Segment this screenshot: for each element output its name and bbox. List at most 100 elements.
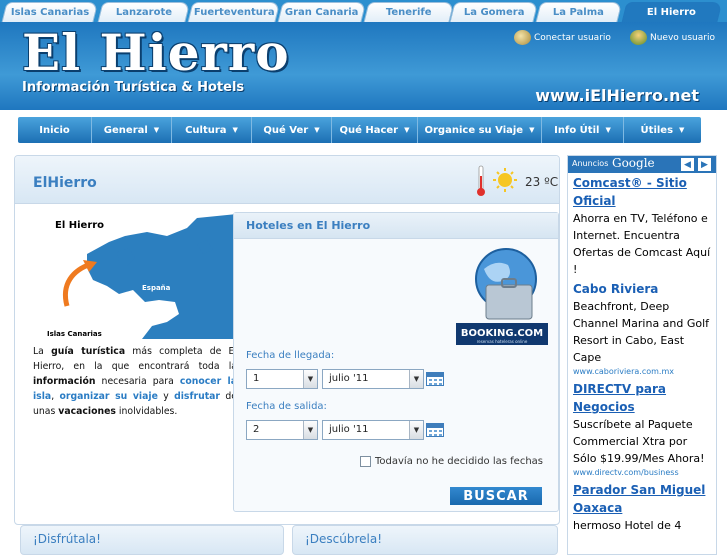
chevron-down-icon: ▼ xyxy=(232,126,238,134)
nav-organice-su-viaje[interactable]: Organice su Viaje ▼ xyxy=(418,117,542,143)
nav-que-hacer[interactable]: Qué Hacer ▼ xyxy=(332,117,418,143)
chevron-down-icon: ▼ xyxy=(314,126,320,134)
ads-list: Comcast® - Sitio Oficial Ahorra en TV, T… xyxy=(573,174,713,536)
departure-day-value: 2 xyxy=(253,424,260,435)
descubrela-box: ¡Descúbrela! xyxy=(292,525,558,555)
nav-utiles[interactable]: Útiles ▼ xyxy=(624,117,701,143)
arrival-day-select[interactable]: 1 ▼ xyxy=(246,369,318,389)
tab-label: La Gomera xyxy=(463,7,525,18)
main-nav: Inicio General ▼ Cultura ▼ Qué Ver ▼ Qué Ha… xyxy=(18,117,701,143)
chevron-down-icon: ▼ xyxy=(679,126,685,134)
hotel-search-box: Hoteles en El Hierro BOOKING.COM reserva… xyxy=(233,212,559,512)
intro-fragment: y xyxy=(157,391,175,402)
nav-label: General xyxy=(103,124,148,136)
link-disfrutar[interactable]: disfrutar xyxy=(174,391,220,402)
chevron-left-icon[interactable]: ◀ xyxy=(681,158,694,171)
booking-logo-text: BOOKING.COM xyxy=(461,328,543,339)
site-subtitle: Información Turística & Hotels xyxy=(22,80,245,95)
disfrutala-heading: ¡Disfrútala! xyxy=(33,532,101,546)
site-header: El Hierro Información Turística & Hotels… xyxy=(0,22,727,110)
booking-logo[interactable]: BOOKING.COM reservas hoteleras online xyxy=(456,245,548,345)
tab-fuerteventura[interactable]: Fuerteventura xyxy=(187,2,281,22)
google-ads: Anuncios Google ◀ ▶ Comcast® - Sitio Ofi… xyxy=(567,155,717,555)
ad-title-link[interactable]: DIRECTV para Negocios xyxy=(573,380,713,416)
page-title: ElHierro xyxy=(33,175,97,191)
tab-tenerife[interactable]: Tenerife xyxy=(363,2,455,22)
departure-label: Fecha de salida: xyxy=(246,401,327,412)
ads-header: Anuncios Google ◀ ▶ xyxy=(568,156,716,173)
connect-user-link[interactable]: Conectar usuario xyxy=(514,30,611,45)
nav-label: Info Útil xyxy=(554,124,600,136)
arrival-month-value: julio '11 xyxy=(329,373,369,384)
undecided-dates-option[interactable]: Todavía no he decidido las fechas xyxy=(360,456,543,467)
tab-la-gomera[interactable]: La Gomera xyxy=(449,2,539,22)
nav-info-util[interactable]: Info Útil ▼ xyxy=(542,117,624,143)
chevron-down-icon: ▼ xyxy=(404,126,410,134)
nav-label: Organice su Viaje xyxy=(424,124,524,136)
main-panel: ElHierro 23 ºC España Islas Canarias El … xyxy=(14,155,560,525)
intro-fragment: necesaria para xyxy=(95,376,180,387)
site-url: www.iElHierro.net xyxy=(535,86,699,105)
main-header: ElHierro 23 ºC xyxy=(15,156,559,204)
tab-el-hierro[interactable]: El Hierro xyxy=(621,2,723,22)
ad-item: DIRECTV para Negocios Suscríbete al Paqu… xyxy=(573,380,713,479)
disfrutala-box: ¡Disfrútala! xyxy=(20,525,284,555)
chevron-right-icon[interactable]: ▶ xyxy=(698,158,711,171)
connect-user-label: Conectar usuario xyxy=(534,32,611,43)
nav-general[interactable]: General ▼ xyxy=(92,117,172,143)
ad-title-link[interactable]: Parador San Miguel Oaxaca xyxy=(573,481,713,517)
tab-lanzarote[interactable]: Lanzarote xyxy=(97,2,191,22)
canary-islands-map[interactable]: España Islas Canarias xyxy=(47,214,237,339)
nav-label: Qué Hacer xyxy=(339,124,399,136)
chevron-down-icon: ▼ xyxy=(303,421,317,439)
tab-label: Tenerife xyxy=(386,7,432,18)
ad-text: Beachfront, Deep Channel Marina and Golf… xyxy=(573,300,710,364)
hotel-search-header: Hoteles en El Hierro xyxy=(234,213,558,239)
departure-day-select[interactable]: 2 ▼ xyxy=(246,420,318,440)
map-caption: Islas Canarias xyxy=(47,330,102,338)
intro-strong: información xyxy=(33,376,96,387)
ad-item: Parador San Miguel Oaxaca hermoso Hotel … xyxy=(573,481,713,534)
site-title[interactable]: El Hierro xyxy=(22,28,290,78)
nav-inicio[interactable]: Inicio xyxy=(18,117,92,143)
intro-text: La guía turística más completa de El Hie… xyxy=(33,344,237,419)
chevron-down-icon: ▼ xyxy=(409,370,423,388)
arrival-month-select[interactable]: julio '11 ▼ xyxy=(322,369,424,389)
nav-cultura[interactable]: Cultura ▼ xyxy=(172,117,252,143)
undecided-dates-checkbox[interactable] xyxy=(360,456,371,467)
nav-label: Útiles xyxy=(640,124,674,136)
hotel-search-title: Hoteles en El Hierro xyxy=(246,219,371,232)
map-country-label: España xyxy=(142,284,171,292)
ad-url[interactable]: www.directv.com/business xyxy=(573,467,713,479)
nav-label: Inicio xyxy=(39,124,70,136)
calendar-icon[interactable] xyxy=(426,423,444,437)
new-user-link[interactable]: Nuevo usuario xyxy=(630,30,715,45)
ad-text: Suscríbete al Paquete Commercial Xtra po… xyxy=(573,418,705,465)
departure-month-value: julio '11 xyxy=(329,424,369,435)
new-user-label: Nuevo usuario xyxy=(650,32,715,43)
ad-url[interactable]: www.caboriviera.com.mx xyxy=(573,366,713,378)
search-button[interactable]: BUSCAR xyxy=(450,487,542,505)
arrival-day-value: 1 xyxy=(253,373,260,384)
arrival-label: Fecha de llegada: xyxy=(246,350,335,361)
nav-label: Qué Ver xyxy=(263,124,309,136)
tab-label: Gran Canaria xyxy=(285,7,359,18)
tab-la-palma[interactable]: La Palma xyxy=(535,2,623,22)
ad-title-link[interactable]: Comcast® - Sitio Oficial xyxy=(573,174,713,210)
tab-label: Fuerteventura xyxy=(193,7,275,18)
tab-islas-canarias[interactable]: Islas Canarias xyxy=(1,2,99,22)
ad-title-link[interactable]: Cabo Riviera xyxy=(573,280,713,298)
intro-fragment: La xyxy=(33,346,52,357)
link-organizar-su-viaje[interactable]: organizar su viaje xyxy=(60,391,158,402)
tab-gran-canaria[interactable]: Gran Canaria xyxy=(277,2,367,22)
google-logo: Google xyxy=(612,156,655,170)
chevron-down-icon: ▼ xyxy=(303,370,317,388)
intro-strong: vacaciones xyxy=(58,406,116,417)
descubrela-heading: ¡Descúbrela! xyxy=(305,532,383,546)
calendar-icon[interactable] xyxy=(426,372,444,386)
nav-que-ver[interactable]: Qué Ver ▼ xyxy=(252,117,332,143)
tab-label: Lanzarote xyxy=(115,7,172,18)
tab-label: La Palma xyxy=(553,7,605,18)
island-tabs: Islas Canarias Lanzarote Fuerteventura G… xyxy=(0,0,727,22)
departure-month-select[interactable]: julio '11 ▼ xyxy=(322,420,424,440)
